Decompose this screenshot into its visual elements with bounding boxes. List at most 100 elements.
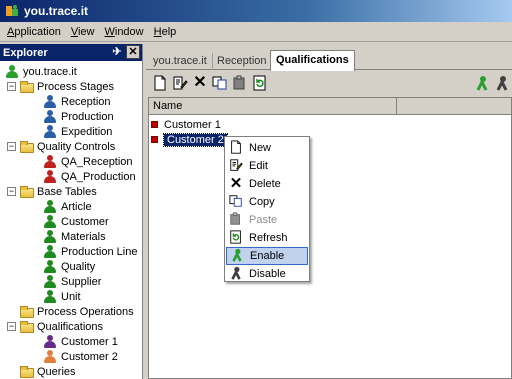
qualifications-grid: Name Customer 1 Customer 2 — [148, 97, 512, 379]
menu-window[interactable]: Window — [99, 26, 148, 38]
enable-icon[interactable] — [474, 75, 490, 91]
menu-help[interactable]: Help — [149, 26, 182, 38]
status-icon — [151, 136, 158, 143]
grid-header: Name — [149, 98, 511, 115]
paste-icon — [228, 212, 244, 228]
tree-item-label: Customer 1 — [61, 335, 118, 348]
folder-icon — [20, 185, 34, 198]
user-icon — [42, 124, 58, 139]
edit-icon — [228, 158, 244, 174]
user-icon — [42, 274, 58, 289]
explorer-title: Explorer — [3, 46, 48, 59]
collapse-icon[interactable]: − — [7, 187, 16, 196]
table-row[interactable]: Customer 1 — [151, 117, 221, 132]
tree-item-label: Article — [61, 200, 92, 213]
disable-icon — [228, 266, 244, 282]
tree-item[interactable]: Customer — [42, 214, 109, 229]
user-icon — [42, 154, 58, 169]
user-icon — [42, 214, 58, 229]
column-header-empty — [397, 98, 511, 115]
tree-item[interactable]: QA_Production — [42, 169, 136, 184]
tree-item[interactable]: Unit — [42, 289, 81, 304]
user-icon — [42, 94, 58, 109]
tab-reception[interactable]: Reception — [212, 53, 273, 70]
disable-icon[interactable] — [494, 75, 510, 91]
tree-item[interactable]: Materials — [42, 229, 106, 244]
menu-bar: Application View Window Help — [0, 22, 512, 42]
copy-icon[interactable] — [212, 75, 228, 91]
context-menu-new[interactable]: New — [226, 139, 308, 157]
tree-folder-label: Process Operations — [37, 305, 134, 318]
new-icon[interactable] — [152, 75, 168, 91]
collapse-icon[interactable]: − — [7, 142, 16, 151]
folder-icon — [20, 80, 34, 93]
tree-item[interactable]: Production Line — [42, 244, 137, 259]
tree-folder-label: Quality Controls — [37, 140, 116, 153]
tree-item-label: Expedition — [61, 125, 113, 138]
tree-folder[interactable]: − Process Stages — [7, 79, 115, 94]
tree-item[interactable]: Production — [42, 109, 114, 124]
edit-icon[interactable] — [172, 75, 188, 91]
tree-item-label: Quality — [61, 260, 96, 273]
tree-folder-label: Process Stages — [37, 80, 115, 93]
close-icon[interactable]: ✕ — [126, 45, 140, 59]
tab-qualifications[interactable]: Qualifications — [270, 50, 355, 71]
context-menu-disable[interactable]: Disable — [226, 265, 308, 283]
tree-root[interactable]: you.trace.it — [4, 64, 77, 79]
tree-item[interactable]: Article — [42, 199, 92, 214]
context-menu-label: Enable — [250, 250, 285, 262]
user-icon — [42, 259, 58, 274]
collapse-icon[interactable]: − — [7, 322, 16, 331]
context-menu-refresh[interactable]: Refresh — [226, 229, 308, 247]
tree-item[interactable]: Customer 1 — [42, 334, 118, 349]
context-menu-label: New — [249, 142, 272, 154]
context-menu-label: Copy — [249, 196, 275, 208]
pin-icon[interactable]: ✈ — [110, 45, 124, 59]
tree-folder[interactable]: Queries — [20, 364, 76, 379]
collapse-icon[interactable]: − — [7, 82, 16, 91]
menu-application[interactable]: Application — [2, 26, 66, 38]
user-icon — [42, 289, 58, 304]
tree-item[interactable]: Quality — [42, 259, 95, 274]
tree-item[interactable]: Supplier — [42, 274, 101, 289]
user-icon — [42, 109, 58, 124]
app-logo-icon — [4, 3, 20, 19]
tree-item[interactable]: Reception — [42, 94, 111, 109]
paste-icon[interactable] — [232, 75, 248, 91]
refresh-icon — [228, 230, 244, 246]
app-logo-icon — [4, 64, 20, 79]
menu-view[interactable]: View — [66, 26, 100, 38]
tree-folder[interactable]: − Quality Controls — [7, 139, 116, 154]
context-menu-delete[interactable]: ✕ Delete — [226, 175, 308, 193]
tree-folder[interactable]: − Qualifications — [7, 319, 103, 334]
copy-icon — [228, 194, 244, 210]
tab-you-trace-it[interactable]: you.trace.it — [148, 53, 213, 70]
explorer-panel: Explorer ✈ ✕ you.trace.it − Process Stages… — [0, 44, 143, 379]
context-menu-label: Edit — [249, 160, 268, 172]
context-menu-label: Delete — [249, 178, 281, 190]
tab-strip: you.trace.it Reception Qualifications — [146, 50, 512, 71]
user-icon — [42, 169, 58, 184]
folder-icon — [20, 140, 34, 153]
column-header-name[interactable]: Name — [149, 98, 397, 115]
context-menu-label: Paste — [249, 214, 278, 226]
title-bar: you.trace.it — [0, 0, 512, 22]
tree-folder[interactable]: − Base Tables — [7, 184, 97, 199]
window-title: you.trace.it — [24, 4, 89, 18]
context-menu-enable[interactable]: Enable — [226, 247, 308, 265]
user-icon — [42, 199, 58, 214]
tree-item[interactable]: Customer 2 — [42, 349, 118, 364]
tree-folder[interactable]: Process Operations — [20, 304, 134, 319]
context-menu-edit[interactable]: Edit — [226, 157, 308, 175]
user-icon — [42, 334, 58, 349]
tree-item[interactable]: QA_Reception — [42, 154, 133, 169]
delete-icon[interactable]: ✕ — [192, 75, 208, 91]
tree-item-label: Production Line — [61, 245, 138, 258]
tree-root-label: you.trace.it — [23, 65, 77, 78]
tree-item[interactable]: Expedition — [42, 124, 112, 139]
context-menu-copy[interactable]: Copy — [226, 193, 308, 211]
tree-item-label: Production — [61, 110, 114, 123]
refresh-icon[interactable] — [252, 75, 268, 91]
new-icon — [228, 140, 244, 156]
table-row[interactable]: Customer 2 — [151, 132, 228, 147]
